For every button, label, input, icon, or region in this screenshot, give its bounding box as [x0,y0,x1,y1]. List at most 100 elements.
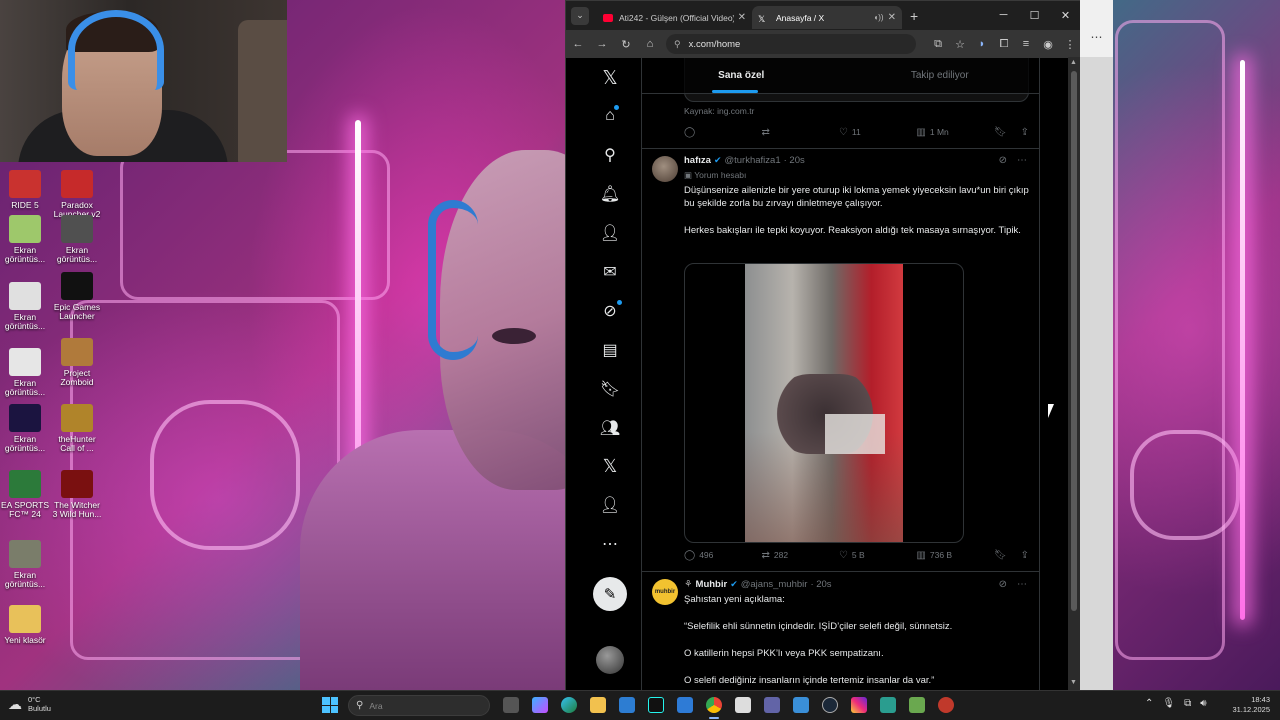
bookmark-icon[interactable]: 🔖︎ [994,550,1007,561]
desktop-icon[interactable]: Yeni klasör [0,605,50,645]
follow-person-icon[interactable]: 👤︎ [594,217,626,249]
tweet-avatar[interactable]: muhbir [652,579,678,605]
desktop-icon[interactable]: Epic Games Launcher [52,272,102,321]
speaker-icon[interactable]: ◖)) [873,13,883,22]
tab-for-you[interactable]: Sana özel [642,58,841,93]
instagram-icon[interactable] [851,697,867,713]
record-icon[interactable] [938,697,954,713]
taskbar-search[interactable]: ⚲ Ara [348,695,490,716]
monitor-icon[interactable] [793,697,809,713]
more-circle-icon[interactable]: ⋯ [594,528,626,560]
desktop-icon[interactable]: Ekran görüntüs... [52,215,102,264]
notifications-bell-icon[interactable]: 🔔︎ [594,178,626,210]
like-button[interactable]: ♡ 11 [839,127,916,138]
lists-icon[interactable]: ▤ [594,334,626,366]
bookmark-star-icon[interactable]: ☆ [949,38,971,51]
read-aloud-icon[interactable]: ◗ [971,38,993,50]
desktop-icon[interactable]: Ekran görüntüs... [0,215,50,264]
chevron-up-icon[interactable]: ⌃ [1145,698,1153,709]
network-icon[interactable]: ⧉ [1184,698,1191,709]
site-info-icon[interactable]: ⚲ [674,39,681,50]
views-button[interactable]: ▥ 736 B [916,550,993,561]
explore-search-icon[interactable]: ⚲ [594,139,626,171]
reply-button[interactable]: ◯ 496 [684,550,761,561]
more-options-icon[interactable]: ⋯ [1017,579,1027,590]
desktop-icon[interactable]: Paradox Launcher v2 [52,170,102,219]
scrollbar-thumb[interactable] [1071,71,1077,611]
share-icon[interactable]: ⇪ [1021,127,1029,138]
install-app-icon[interactable]: ⧉ [927,38,949,51]
maximize-button[interactable]: ☐ [1019,9,1050,22]
close-tab-icon[interactable]: ✕ [738,12,746,23]
tab-search-icon[interactable]: ⌄ [571,6,589,25]
author-handle[interactable]: @turkhafiza1 [724,155,780,166]
link-source[interactable]: Kaynak: ing.com.tr [684,106,754,116]
more-options-icon[interactable]: ⋯ [1017,155,1027,166]
home-icon[interactable]: ⌂ [638,38,662,50]
desktop-icon[interactable]: Project Zomboid [52,338,102,387]
home-icon[interactable]: ⌂ [594,100,626,132]
premium-x-icon[interactable]: 𝕏 [594,450,626,482]
views-button[interactable]: ▥ 1 Mn [916,127,993,138]
forward-icon[interactable]: → [590,38,614,50]
tweet-video[interactable] [684,263,964,543]
store-icon[interactable] [619,697,635,713]
copilot-icon[interactable] [532,697,548,713]
chrome-icon[interactable] [706,697,722,713]
post-time[interactable]: · 20s [784,155,805,166]
author-name[interactable]: hafıza [684,155,711,166]
bookmarks-icon[interactable]: 🔖︎ [594,373,626,405]
profile-icon[interactable]: ◉ [1037,38,1059,51]
edge-icon[interactable] [561,697,577,713]
tweet[interactable]: hafıza ✔ @turkhafiza1 · 20s ⊘ ⋯ ▣ Yorum … [642,148,1039,571]
steam-icon[interactable] [822,697,838,713]
post-time[interactable]: · 20s [810,579,831,590]
game-icon[interactable] [880,697,896,713]
desktop-icon[interactable]: Ekran görüntüs... [0,540,50,589]
close-window-button[interactable]: ✕ [1050,9,1081,22]
tab-x-home[interactable]: 𝕏 Anasayfa / X ◖)) ✕ [752,6,902,29]
scroll-down-icon[interactable]: ▼ [1070,679,1077,686]
start-windows-icon[interactable] [322,697,338,713]
communities-icon[interactable]: 👥︎ [594,412,626,444]
more-menu-icon[interactable]: ⋮ [1059,38,1081,51]
desktop-icon[interactable]: The Witcher 3 Wild Hun... [52,470,102,519]
author-name[interactable]: Muhbir [696,579,728,590]
tab-following[interactable]: Takip ediliyor [841,58,1040,93]
new-tab-button[interactable]: + [910,8,918,24]
task-view-icon[interactable] [503,697,519,713]
repost-button[interactable]: ⇄ [761,127,838,138]
extensions-icon[interactable]: ⧠ [993,38,1015,51]
microphone-icon[interactable]: 🎙︎ [1162,698,1175,709]
background-window-edge[interactable]: ⋯ [1080,0,1113,690]
like-button[interactable]: ♡ 5 B [839,550,916,561]
share-icon[interactable]: ⇪ [1021,550,1029,561]
grok-icon[interactable]: ⊘ [999,155,1007,166]
tiktok-icon[interactable] [648,697,664,713]
tweet[interactable]: muhbir ⚘ Muhbir ✔ @ajans_muhbir · 20s ⊘ … [642,571,1039,691]
minecraft-icon[interactable] [909,697,925,713]
profile-icon[interactable]: 👤︎ [594,489,626,521]
desktop-icon[interactable]: Ekran görüntüs... [0,282,50,331]
weather-widget[interactable]: ☁ 0°C Bulutlu [8,695,51,713]
desktop-icon[interactable]: theHunter Call of ... [52,404,102,453]
page-scrollbar[interactable]: ▲ ▼ [1068,57,1080,690]
teams-icon[interactable] [764,697,780,713]
clock[interactable]: 18:43 31.12.2025 [1226,695,1270,715]
app-icon[interactable] [735,697,751,713]
messages-envelope-icon[interactable]: ✉ [594,256,626,288]
desktop-icon[interactable]: Ekran görüntüs... [0,404,50,453]
volume-icon[interactable]: 🔊︎ [1200,698,1206,709]
more-menu-icon[interactable]: ⋯ [1080,0,1113,57]
bookmark-icon[interactable]: 🔖︎ [994,127,1007,138]
repost-button[interactable]: ⇄ 282 [761,550,838,561]
compose-post-button[interactable]: ✎ [593,577,627,611]
reload-icon[interactable]: ↻ [614,38,638,51]
favorites-icon[interactable]: ≡ [1015,38,1037,50]
mail-icon[interactable] [677,697,693,713]
close-tab-icon[interactable]: ✕ [888,12,896,23]
desktop-icon[interactable]: Ekran görüntüs... [0,348,50,397]
desktop-icon[interactable]: EA SPORTS FC™ 24 [0,470,50,519]
desktop-icon[interactable]: RIDE 5 [0,170,50,210]
author-handle[interactable]: @ajans_muhbir [741,579,808,590]
